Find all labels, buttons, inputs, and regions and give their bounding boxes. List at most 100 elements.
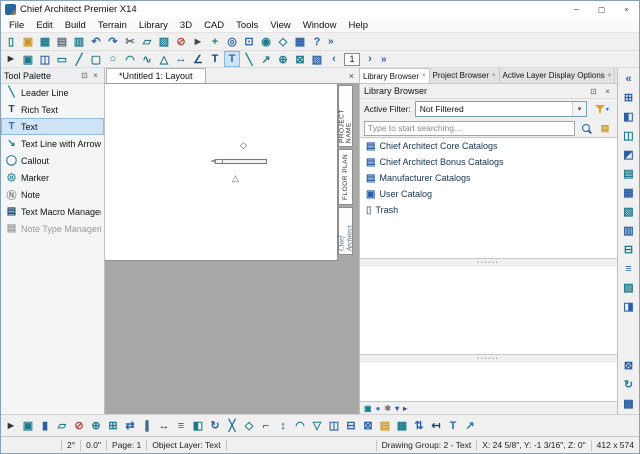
help-icon[interactable]: ? [309,34,325,50]
reference-display-icon[interactable]: ▦ [292,34,308,50]
full-overview-icon[interactable]: ▦ [620,183,638,202]
pane-splitter[interactable]: •••••• [360,259,617,267]
extend-objects-icon[interactable]: ↕ [275,418,291,434]
complete-break-icon[interactable]: ◇ [241,418,257,434]
select-tool-icon[interactable]: ► [3,418,19,434]
tool-text-line-with-arrow[interactable]: ↘ Text Line with Arrow [1,135,104,152]
circle-tool-icon[interactable]: ○ [105,51,121,67]
tool-marker[interactable]: ◎ Marker [1,169,104,186]
point-to-point-move-icon[interactable]: ↔ [156,418,172,434]
tool-text-macro-management[interactable]: ▤ Text Macro Management [1,203,104,220]
tree-item-trash[interactable]: ▯ Trash [360,202,617,218]
toolbar-overflow-chevron[interactable]: » [328,36,334,47]
filter-options-button[interactable]: ▾ [591,104,613,114]
break-line-icon[interactable]: ╳ [224,418,240,434]
undo-icon[interactable]: ↶ [88,34,104,50]
preview-settings-icon[interactable]: ✱ [384,404,391,413]
tool-callout[interactable]: ◯ Callout [1,152,104,169]
sticky-mode-icon[interactable]: ▮ [37,418,53,434]
add-to-library-icon[interactable]: ▤ [377,418,393,434]
menu-item[interactable]: Window [297,20,343,31]
marquee-select-icon[interactable]: ▧ [309,51,325,67]
tool-rich-text[interactable]: T Rich Text [1,101,104,118]
select-objects-icon[interactable]: ► [190,34,206,50]
cad-detail-icon[interactable]: ⊟ [620,240,638,259]
close-button[interactable]: × [614,1,639,18]
menu-item[interactable]: Library [133,20,174,31]
triangle-marker-object[interactable]: △ [232,174,239,183]
callout-tool-icon[interactable]: ⊕ [275,51,291,67]
copy-icon[interactable]: ▱ [139,34,155,50]
pan-window-icon[interactable]: + [207,34,223,50]
tree-item-user-catalog[interactable]: ▣ User Catalog [360,186,617,202]
copy-paste-icon[interactable]: ▱ [54,418,70,434]
next-page-icon[interactable]: › [362,51,378,67]
trim-objects-icon[interactable]: ⌐ [258,418,274,434]
materials-list-icon[interactable]: ≡ [620,259,638,278]
minimize-button[interactable]: ─ [564,1,589,18]
cross-section-icon[interactable]: ◧ [620,107,638,126]
close-panel-icon[interactable]: × [602,87,613,96]
saved-plan-views-icon[interactable]: ⊠ [620,356,638,375]
preview-pane-toggle-icon[interactable]: ▣ [364,404,372,413]
swap-views-icon[interactable]: ⇅ [411,418,427,434]
collapse-panel-icon[interactable]: « [620,69,638,88]
tab-library-browser[interactable]: Library Browser × [360,68,430,83]
polygon-tool-icon[interactable]: △ [156,51,172,67]
elevation-view-icon[interactable]: ◫ [620,126,638,145]
active-filter-dropdown[interactable]: Not Filtered ▾ [415,101,587,117]
tree-item-manufacturer-catalogs[interactable]: ▤ Manufacturer Catalogs [360,170,617,186]
float-panel-icon[interactable]: ⊡ [588,87,599,96]
toolbar-overflow-chevron[interactable]: » [381,54,387,65]
rectangle-tool-icon[interactable]: ▢ [88,51,104,67]
tool-leader-line[interactable]: ╲ Leader Line [1,84,104,101]
export-icon[interactable]: ▥ [71,34,87,50]
tool-note-type-management[interactable]: ▤ Note Type Management [1,220,104,237]
diamond-marker-object[interactable]: ◇ [240,141,247,150]
dimension-style-icon[interactable]: ↤ [428,418,444,434]
zoom-window-icon[interactable]: ◎ [224,34,240,50]
open-object-icon[interactable]: ▣ [20,418,36,434]
display-options-icon[interactable]: ◨ [620,297,638,316]
layout-canvas[interactable]: ◇ △ PROJECT NAMEFLOOR PLANChief Architec… [105,84,359,414]
delete-icon[interactable]: ⊘ [173,34,189,50]
text-tool-icon[interactable]: T [224,51,240,67]
arrow-style-icon[interactable]: ↗ [462,418,478,434]
select-arrow-icon[interactable]: ► [3,51,19,67]
document-close-icon[interactable]: × [349,71,354,81]
tab-active-layer-display-options[interactable]: Active Layer Display Options × [500,68,616,83]
float-panel-icon[interactable]: ⊡ [79,71,90,80]
close-panel-icon[interactable]: × [90,71,101,80]
tab-close-icon[interactable]: × [608,73,612,79]
tool-note[interactable]: Ⓝ Note [1,186,104,203]
arc-tool-icon[interactable]: ◠ [122,51,138,67]
fill-window-icon[interactable]: ⊡ [241,34,257,50]
open-layout-icon[interactable]: ▣ [20,51,36,67]
menu-item[interactable]: Terrain [92,20,133,31]
tree-item-bonus-catalogs[interactable]: ▤ Chief Architect Bonus Catalogs [360,154,617,170]
fillet-lines-icon[interactable]: ◠ [292,418,308,434]
reflect-object-icon[interactable]: ◧ [190,418,206,434]
line-tool-icon[interactable]: ╱ [71,51,87,67]
browse-folder-button[interactable]: ▤ [597,121,613,136]
maximize-button[interactable]: ▢ [589,1,614,18]
document-tab[interactable]: *Untitled 1: Layout [106,68,206,83]
side-tab-project-name[interactable]: PROJECT NAME [338,85,353,147]
tab-close-icon[interactable]: × [492,73,496,79]
pane-splitter[interactable]: •••••• [360,355,617,363]
menu-item[interactable]: View [264,20,296,31]
perspective-overview-icon[interactable]: ◇ [275,34,291,50]
tab-close-icon[interactable]: × [422,73,426,79]
delete-object-icon[interactable]: ⊘ [71,418,87,434]
open-file-icon[interactable]: ▣ [20,34,36,50]
search-button[interactable] [578,121,594,136]
refresh-display-icon[interactable]: ↻ [620,375,638,394]
tile-windows-icon[interactable]: ◫ [37,51,53,67]
tool-text[interactable]: T Text [1,118,104,135]
print-icon[interactable]: ▤ [54,34,70,50]
save-icon[interactable]: ▦ [37,34,53,50]
new-plan-icon[interactable]: ▯ [3,34,19,50]
angle-dimension-icon[interactable]: ∠ [190,51,206,67]
layout-page-icon[interactable]: ▤ [620,164,638,183]
union-icon[interactable]: ◫ [326,418,342,434]
